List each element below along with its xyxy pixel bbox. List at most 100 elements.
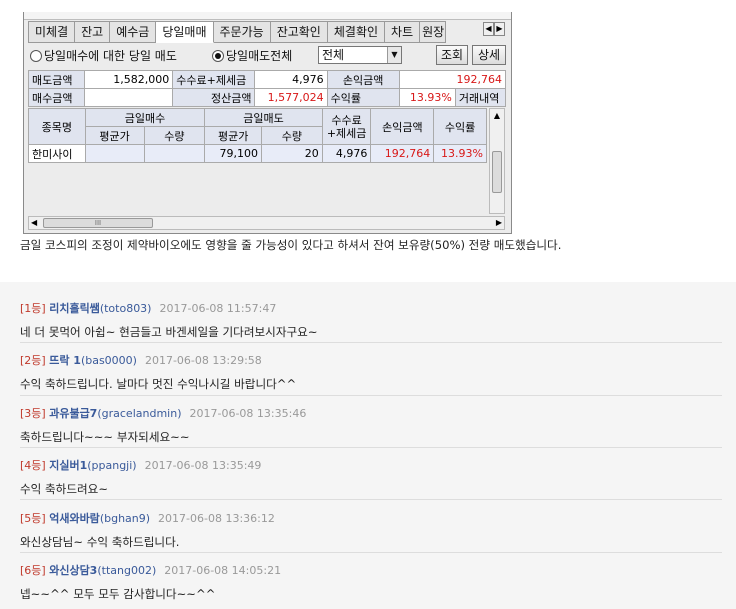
col-fee-line1: 수수료	[331, 113, 362, 127]
comment-rank: [2등]	[20, 354, 46, 367]
comment-divider	[20, 342, 722, 343]
comment-item: [5등] 억새와바람(bghan9) 2017-06-08 13:36:12 와신…	[20, 510, 722, 550]
cell-pnl: 192,764	[370, 144, 435, 163]
scroll-left-icon[interactable]: ◀	[31, 217, 37, 229]
comment-rank: [6등]	[20, 564, 46, 577]
tab-balance-check[interactable]: 잔고확인	[270, 21, 328, 43]
comment-divider	[20, 395, 722, 396]
comment-date: 2017-06-08 11:57:47	[159, 302, 277, 315]
cell-sell-qty: 20	[261, 144, 323, 163]
comment-date: 2017-06-08 13:29:58	[144, 354, 262, 367]
col-sell-avg: 평균가	[204, 126, 263, 145]
comment-date: 2017-06-08 14:05:21	[164, 564, 282, 577]
tab-deposit[interactable]: 예수금	[110, 21, 157, 43]
comment-divider	[20, 499, 722, 500]
col-buy-avg: 평균가	[84, 126, 145, 145]
pnl-value: 192,764	[398, 70, 507, 89]
return-label: 수익률	[326, 88, 400, 107]
tab-scroll-left-icon[interactable]: ◀	[483, 22, 494, 36]
comment-date: 2017-06-08 13:36:12	[158, 512, 275, 525]
comment-body: 넵~~^^ 모두 모두 감사합니다~~^^	[20, 587, 216, 601]
pnl-label: 손익금액	[326, 70, 400, 89]
comment-nick[interactable]: 뜨락 1	[49, 354, 81, 367]
sell-amount-label: 매도금액	[27, 70, 86, 89]
filter-select-value: 전체	[322, 48, 345, 62]
comment-nick[interactable]: 과유불급7	[49, 407, 97, 420]
comment-body: 네 더 못먹어 아쉽~ 현금들고 바겐세일을 기다려보시자구요~	[20, 325, 318, 339]
return-value: 13.93%	[398, 88, 456, 107]
comment-body: 와신상담님~ 수익 축하드립니다.	[20, 535, 180, 549]
hscroll-thumb[interactable]: III	[43, 218, 153, 228]
comment-item: [1등] 리치홀릭쌤(toto803) 2017-06-08 11:57:47 네…	[20, 300, 722, 340]
cell-buy-avg	[84, 144, 145, 163]
comment-uid: (ttang002)	[97, 564, 157, 577]
comment-item: [3등] 과유불급7(gracelandmin) 2017-06-08 13:35…	[20, 405, 722, 445]
window-top-strip	[24, 12, 511, 20]
comment-uid: (toto803)	[99, 302, 152, 315]
comment-divider	[20, 552, 722, 553]
trading-window: 미체결 잔고 예수금 당일매매 주문가능 잔고확인 체결확인 차트 원장 ◀ ▶…	[23, 12, 512, 234]
cell-stock-name: 한미사이	[28, 144, 86, 163]
sell-amount-value: 1,582,000	[84, 70, 174, 89]
comment-uid: (bghan9)	[99, 512, 151, 525]
comment-rank: [1등]	[20, 302, 46, 315]
comment-nick[interactable]: 지실버1	[49, 459, 87, 472]
vertical-scrollbar[interactable]: ▲	[489, 108, 505, 214]
tab-ledger[interactable]: 원장	[420, 21, 447, 43]
comment-rank: [5등]	[20, 512, 46, 525]
comment-rank: [3등]	[20, 407, 46, 420]
tab-chart[interactable]: 차트	[385, 21, 421, 43]
radio-same-day-sell-label: 당일매수에 대한 당일 매도	[44, 49, 177, 63]
buy-amount-label: 매수금액	[27, 88, 86, 107]
scroll-up-icon[interactable]: ▲	[490, 109, 504, 123]
col-return: 수익률	[433, 108, 487, 145]
query-button[interactable]: 조회	[436, 45, 468, 65]
comment-nick[interactable]: 와신상담3	[49, 564, 97, 577]
cell-fee: 4,976	[321, 144, 372, 163]
tab-scroll-right-icon[interactable]: ▶	[494, 22, 505, 36]
radio-off-icon	[30, 49, 42, 62]
scroll-right-icon[interactable]: ▶	[496, 217, 502, 229]
col-pnl: 손익금액	[370, 108, 435, 145]
comment-item: [2등] 뜨락 1(bas0000) 2017-06-08 13:29:58 수익…	[20, 352, 722, 392]
fee-tax-label: 수수료+제세금	[172, 70, 256, 89]
comment-date: 2017-06-08 13:35:49	[144, 459, 262, 472]
scroll-thumb[interactable]	[492, 151, 502, 193]
col-fee-line2: +제세금	[326, 126, 367, 140]
tab-fill-check[interactable]: 체결확인	[327, 21, 386, 43]
tab-bar: 미체결 잔고 예수금 당일매매 주문가능 잔고확인 체결확인 차트 원장	[28, 21, 447, 43]
filter-select[interactable]: 전체 ▼	[318, 46, 402, 64]
comment-list: [1등] 리치홀릭쌤(toto803) 2017-06-08 11:57:47 네…	[0, 282, 736, 609]
post-caption: 금일 코스피의 조정이 제약바이오에도 영향을 줄 가능성이 있다고 하셔서 잔…	[20, 238, 562, 252]
cell-buy-qty	[143, 144, 206, 163]
col-name: 종목명	[28, 108, 86, 145]
col-buy-qty: 수량	[143, 126, 206, 145]
trade-grid: 종목명 금일매수 금일매도 수수료 +제세금 손익금액 수익률 평균가 수량 평…	[28, 108, 487, 163]
history-label[interactable]: 거래내역	[454, 88, 507, 107]
chevron-down-icon: ▼	[387, 47, 401, 63]
comment-item: [4등] 지실버1(ppangji) 2017-06-08 13:35:49 수익…	[20, 457, 722, 497]
table-row[interactable]: 한미사이 79,100 20 4,976 192,764 13.93%	[28, 144, 487, 163]
tab-daily-trading[interactable]: 당일매매	[156, 21, 214, 43]
col-sell-group: 금일매도	[204, 108, 323, 127]
col-buy-group: 금일매수	[84, 108, 206, 127]
radio-same-day-sell[interactable]: 당일매수에 대한 당일 매도	[30, 47, 177, 64]
horizontal-scrollbar[interactable]: ◀ III ▶	[28, 216, 505, 230]
settle-value: 1,577,024	[254, 88, 328, 107]
comment-item: [6등] 와신상담3(ttang002) 2017-06-08 14:05:21 …	[20, 562, 722, 602]
settle-label: 정산금액	[172, 88, 256, 107]
comment-nick[interactable]: 억새와바람	[49, 512, 100, 525]
radio-all-sells-label: 당일매도전체	[226, 49, 293, 63]
radio-all-sells[interactable]: 당일매도전체	[212, 47, 292, 64]
comment-nick[interactable]: 리치홀릭쌤	[49, 302, 100, 315]
detail-button[interactable]: 상세	[472, 45, 506, 65]
post-content: 미체결 잔고 예수금 당일매매 주문가능 잔고확인 체결확인 차트 원장 ◀ ▶…	[0, 0, 736, 265]
cell-sell-avg: 79,100	[204, 144, 263, 163]
tab-balance[interactable]: 잔고	[75, 21, 111, 43]
tab-unfilled[interactable]: 미체결	[28, 21, 76, 43]
col-sell-qty: 수량	[261, 126, 323, 145]
summary-table: 매도금액 1,582,000 수수료+제세금 4,976 손익금액 192,76…	[27, 70, 507, 107]
tab-order-available[interactable]: 주문가능	[213, 21, 271, 43]
fee-tax-value: 4,976	[254, 70, 328, 89]
comment-divider	[20, 447, 722, 448]
